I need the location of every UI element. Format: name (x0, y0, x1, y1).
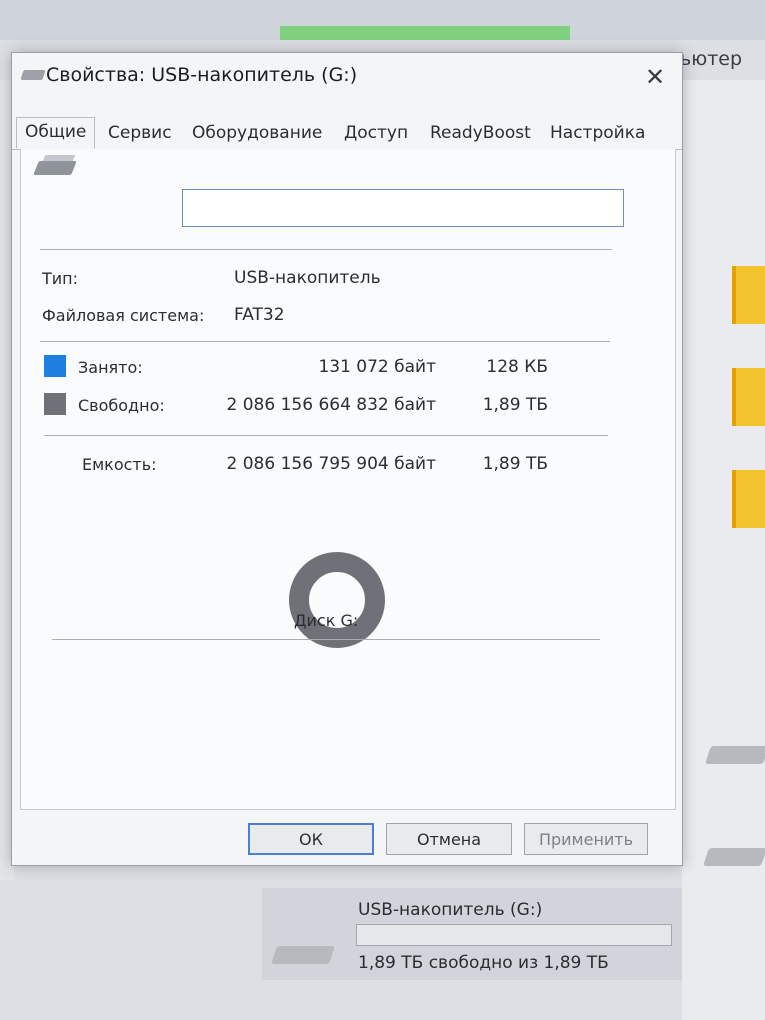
tab-general[interactable]: Общие (16, 117, 96, 149)
used-bytes: 131 072 байт (318, 357, 436, 377)
ok-button[interactable]: ОК (248, 823, 374, 855)
tab-service[interactable]: Сервис (108, 123, 172, 143)
tab-sharing[interactable]: Доступ (344, 123, 408, 143)
folder-icon[interactable] (732, 470, 765, 528)
divider (52, 639, 600, 640)
type-value: USB-накопитель (234, 268, 381, 288)
free-label: Свободно: (78, 396, 165, 415)
drive-icon (271, 946, 335, 964)
background-progress-bar (280, 26, 570, 40)
close-icon[interactable]: ✕ (638, 61, 672, 93)
cancel-button[interactable]: Отмена (386, 823, 512, 855)
dialog-title-bar[interactable]: Свойства: USB-накопитель (G:) ✕ (12, 53, 682, 103)
free-size: 1,89 ТБ (482, 395, 548, 415)
divider (44, 435, 608, 436)
folder-icon[interactable] (732, 266, 765, 324)
disk-usage-donut (289, 552, 385, 648)
drive-tile-free-text: 1,89 ТБ свободно из 1,89 ТБ (358, 953, 609, 973)
capacity-label: Емкость: (82, 455, 157, 474)
properties-dialog: Свойства: USB-накопитель (G:) ✕ Общие Се… (11, 52, 683, 866)
divider (40, 341, 610, 342)
capacity-bytes: 2 086 156 795 904 байт (226, 454, 436, 474)
used-size: 128 КБ (486, 357, 548, 377)
folder-icon[interactable] (732, 368, 765, 426)
drive-tile-name: USB-накопитель (G:) (358, 900, 543, 920)
used-space-swatch (44, 355, 66, 377)
background-right-pane (682, 80, 765, 1020)
tab-strip: Общие Сервис Оборудование Доступ ReadyBo… (12, 117, 682, 150)
drive-name-input[interactable] (182, 189, 624, 227)
tab-readyboost[interactable]: ReadyBoost (430, 123, 531, 143)
type-label: Тип: (42, 269, 79, 288)
disk-label: Диск G: (294, 611, 359, 630)
filesystem-label: Файловая система: (42, 306, 205, 325)
tab-customize[interactable]: Настройка (550, 123, 645, 143)
capacity-size: 1,89 ТБ (482, 454, 548, 474)
tab-hardware[interactable]: Оборудование (192, 123, 322, 143)
background-window-title: ьютер (680, 48, 743, 70)
usb-drive-icon (20, 70, 46, 80)
drive-icon[interactable] (705, 746, 765, 764)
divider (40, 249, 612, 250)
filesystem-value: FAT32 (234, 305, 285, 325)
free-bytes: 2 086 156 664 832 байт (226, 395, 436, 415)
free-space-swatch (44, 393, 66, 415)
dialog-title: Свойства: USB-накопитель (G:) (46, 64, 358, 86)
apply-button[interactable]: Применить (524, 823, 648, 855)
drive-tile-usage-bar (356, 924, 672, 946)
used-label: Занято: (78, 358, 143, 377)
usb-drive-icon (33, 161, 77, 175)
drive-icon[interactable] (703, 848, 765, 866)
